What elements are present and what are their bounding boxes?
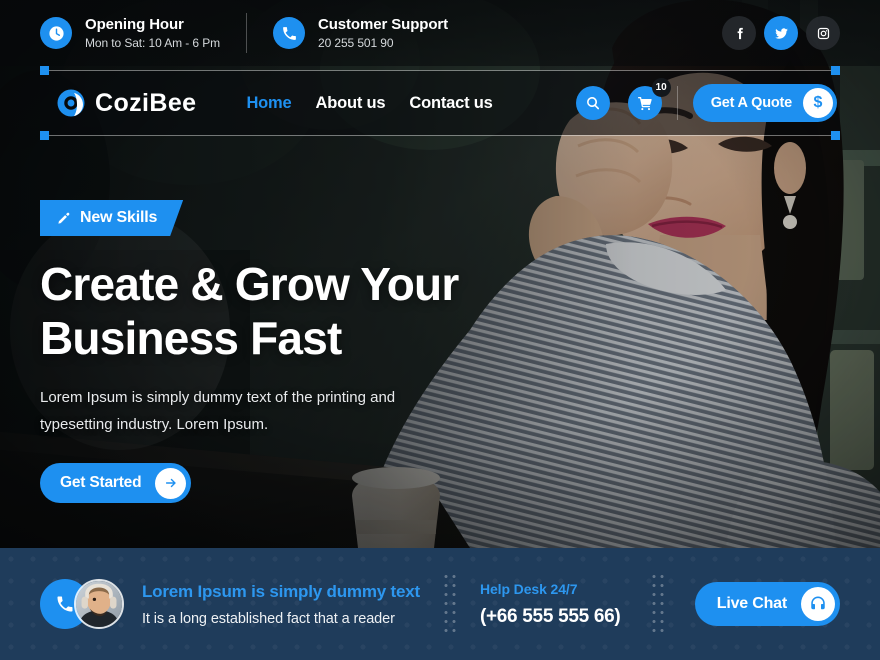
hero-content: New Skills Create & Grow Your Business F… bbox=[40, 200, 510, 504]
get-a-quote-label: Get A Quote bbox=[710, 95, 793, 111]
page-title: Create & Grow Your Business Fast bbox=[40, 258, 510, 366]
bottom-contact-bar: Lorem Ipsum is simply dummy text It is a… bbox=[0, 548, 880, 660]
opening-hour-title: Opening Hour bbox=[85, 15, 184, 33]
nav-border-top bbox=[40, 70, 840, 71]
get-a-quote-button[interactable]: Get A Quote $ bbox=[692, 84, 837, 122]
cart-icon bbox=[637, 97, 652, 111]
hero-title-line-1: Create & Grow Your bbox=[40, 258, 459, 310]
bottom-headline: Lorem Ipsum is simply dummy text bbox=[142, 581, 420, 601]
avatar bbox=[74, 579, 124, 629]
headset-icon bbox=[801, 587, 835, 621]
nav-item-about-us[interactable]: About us bbox=[315, 94, 385, 113]
nav-corner-marker-top-left bbox=[40, 66, 49, 75]
hero-title-line-2: Business Fast bbox=[40, 311, 342, 364]
dots-separator-right bbox=[649, 572, 666, 636]
nav-item-contact-us[interactable]: Contact us bbox=[409, 94, 492, 113]
pencil-icon bbox=[56, 211, 71, 226]
dollar-glyph: $ bbox=[813, 94, 823, 111]
brand-name: CoziBee bbox=[95, 88, 197, 117]
topbar-divider bbox=[246, 13, 247, 53]
customer-support-title: Customer Support bbox=[318, 15, 449, 33]
arrow-right-icon bbox=[155, 467, 187, 499]
live-chat-button[interactable]: Live Chat bbox=[694, 582, 840, 626]
customer-support-info: Customer Support 20 255 501 90 bbox=[273, 16, 448, 51]
instagram-icon[interactable] bbox=[806, 16, 840, 50]
live-chat-label: Live Chat bbox=[716, 595, 787, 612]
page-root: Opening Hour Mon to Sat: 10 Am - 6 Pm Cu… bbox=[0, 0, 880, 660]
main-navigation: CoziBee Home About us Contact us 10 Get … bbox=[40, 66, 840, 140]
nav-border-bottom bbox=[40, 135, 840, 136]
search-button[interactable] bbox=[575, 86, 610, 120]
hero-badge: New Skills bbox=[40, 200, 183, 236]
get-started-button[interactable]: Get Started bbox=[40, 463, 192, 504]
cozibee-logo-icon bbox=[57, 89, 85, 117]
helpdesk-title: Help Desk 24/7 bbox=[479, 580, 578, 597]
twitter-icon[interactable] bbox=[764, 16, 798, 50]
nav-separator bbox=[676, 86, 678, 120]
nav-inner: CoziBee Home About us Contact us 10 Get … bbox=[40, 71, 840, 135]
facebook-icon[interactable] bbox=[722, 16, 756, 50]
dollar-icon: $ bbox=[803, 88, 833, 118]
nav-corner-marker-top-right bbox=[831, 66, 840, 75]
nav-corner-marker-bottom-left bbox=[40, 131, 49, 140]
cart-button[interactable]: 10 bbox=[627, 78, 671, 120]
customer-support-phone: 20 255 501 90 bbox=[318, 36, 394, 51]
bottom-text-block: Lorem Ipsum is simply dummy text It is a… bbox=[142, 582, 420, 627]
nav-actions: 10 Get A Quote $ bbox=[575, 78, 837, 122]
get-started-label: Get Started bbox=[60, 474, 142, 492]
social-links bbox=[722, 16, 840, 50]
nav-corner-marker-bottom-right bbox=[831, 131, 840, 140]
opening-hour-info: Opening Hour Mon to Sat: 10 Am - 6 Pm bbox=[40, 16, 220, 51]
phone-icon bbox=[273, 17, 305, 49]
top-utility-bar: Opening Hour Mon to Sat: 10 Am - 6 Pm Cu… bbox=[0, 0, 880, 66]
opening-hour-value: Mon to Sat: 10 Am - 6 Pm bbox=[85, 36, 220, 51]
nav-item-home[interactable]: Home bbox=[246, 94, 291, 113]
clock-icon bbox=[40, 17, 72, 49]
helpdesk-block: Help Desk 24/7 (+66 555 555 66) bbox=[480, 581, 628, 628]
search-icon bbox=[586, 97, 599, 110]
helpdesk-number: (+66 555 555 66) bbox=[479, 605, 621, 627]
bottom-subline: It is a long established fact that a rea… bbox=[142, 610, 395, 627]
hero-badge-label: New Skills bbox=[80, 209, 158, 226]
bottom-avatars bbox=[40, 579, 126, 629]
cart-count-badge: 10 bbox=[651, 78, 671, 97]
hero-paragraph: Lorem Ipsum is simply dummy text of the … bbox=[40, 388, 396, 434]
nav-menu: Home About us Contact us bbox=[246, 94, 492, 113]
brand-logo[interactable]: CoziBee bbox=[56, 88, 196, 118]
dots-separator-left bbox=[441, 572, 458, 636]
